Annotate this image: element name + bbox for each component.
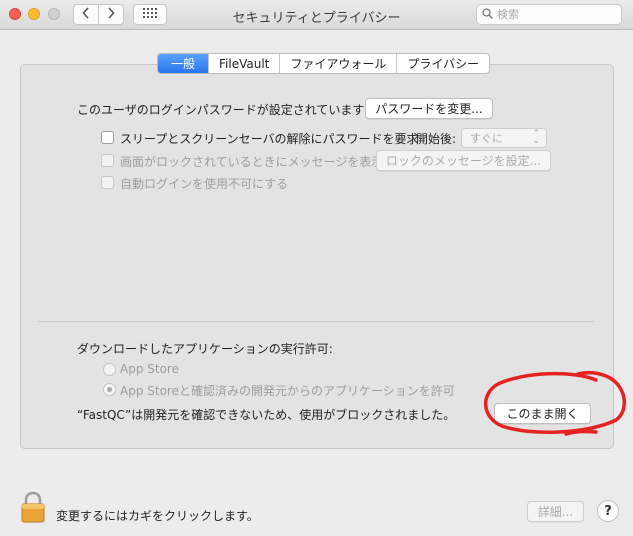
tab-firewall[interactable]: ファイアウォール — [279, 54, 396, 73]
require-password-checkbox[interactable] — [101, 131, 114, 144]
delay-select-value: すぐに — [470, 132, 503, 145]
open-anyway-button[interactable]: このまま開く — [494, 403, 591, 424]
downloads-heading: ダウンロードしたアプリケーションの実行許可: — [77, 342, 333, 356]
lock-message-label: 画面がロックされているときにメッセージを表示 — [120, 155, 384, 169]
disable-autologin-checkbox[interactable] — [101, 176, 114, 189]
change-password-button[interactable]: パスワードを変更... — [365, 98, 493, 119]
search-input[interactable] — [497, 8, 617, 21]
blocked-app-message: “FastQC”は開発元を確認できないため、使用がブロックされました。 — [77, 408, 456, 422]
radio-app-store-identified[interactable] — [103, 383, 116, 396]
radio-app-store-identified-label: App Storeと確認済みの開発元からのアプリケーションを許可 — [120, 384, 455, 398]
advanced-button[interactable]: 詳細... — [527, 501, 584, 522]
tab-general[interactable]: 一般 — [158, 54, 209, 73]
updown-chevron-icon: ⌃ ⌄ — [532, 129, 540, 146]
lock-icon[interactable] — [20, 491, 46, 523]
lock-message-checkbox[interactable] — [101, 154, 114, 167]
disable-autologin-label: 自動ログインを使用不可にする — [120, 177, 289, 191]
tab-privacy[interactable]: プライバシー — [396, 54, 489, 73]
radio-app-store-label: App Store — [120, 362, 179, 376]
require-password-label: スリープとスクリーンセーバの解除にパスワードを要求 — [120, 132, 419, 146]
radio-app-store[interactable] — [103, 363, 116, 376]
start-after-label: 開始後: — [416, 132, 457, 146]
tab-filevault[interactable]: FileVault — [208, 54, 279, 73]
search-field[interactable] — [476, 4, 622, 25]
lock-hint-text: 変更するにはカギをクリックします。 — [56, 509, 259, 523]
help-label: ? — [604, 503, 612, 519]
help-button[interactable]: ? — [597, 500, 619, 522]
set-lock-message-button[interactable]: ロックのメッセージを設定... — [376, 150, 551, 171]
require-password-delay-select[interactable]: すぐに ⌃ ⌄ — [461, 128, 547, 148]
search-icon — [482, 7, 493, 22]
password-set-text: このユーザのログインパスワードが設定されています — [77, 103, 365, 117]
tab-bar: 一般 FileVault ファイアウォール プライバシー — [157, 53, 491, 74]
section-divider — [38, 321, 594, 322]
title-bar: セキュリティとプライバシー — [0, 0, 633, 30]
